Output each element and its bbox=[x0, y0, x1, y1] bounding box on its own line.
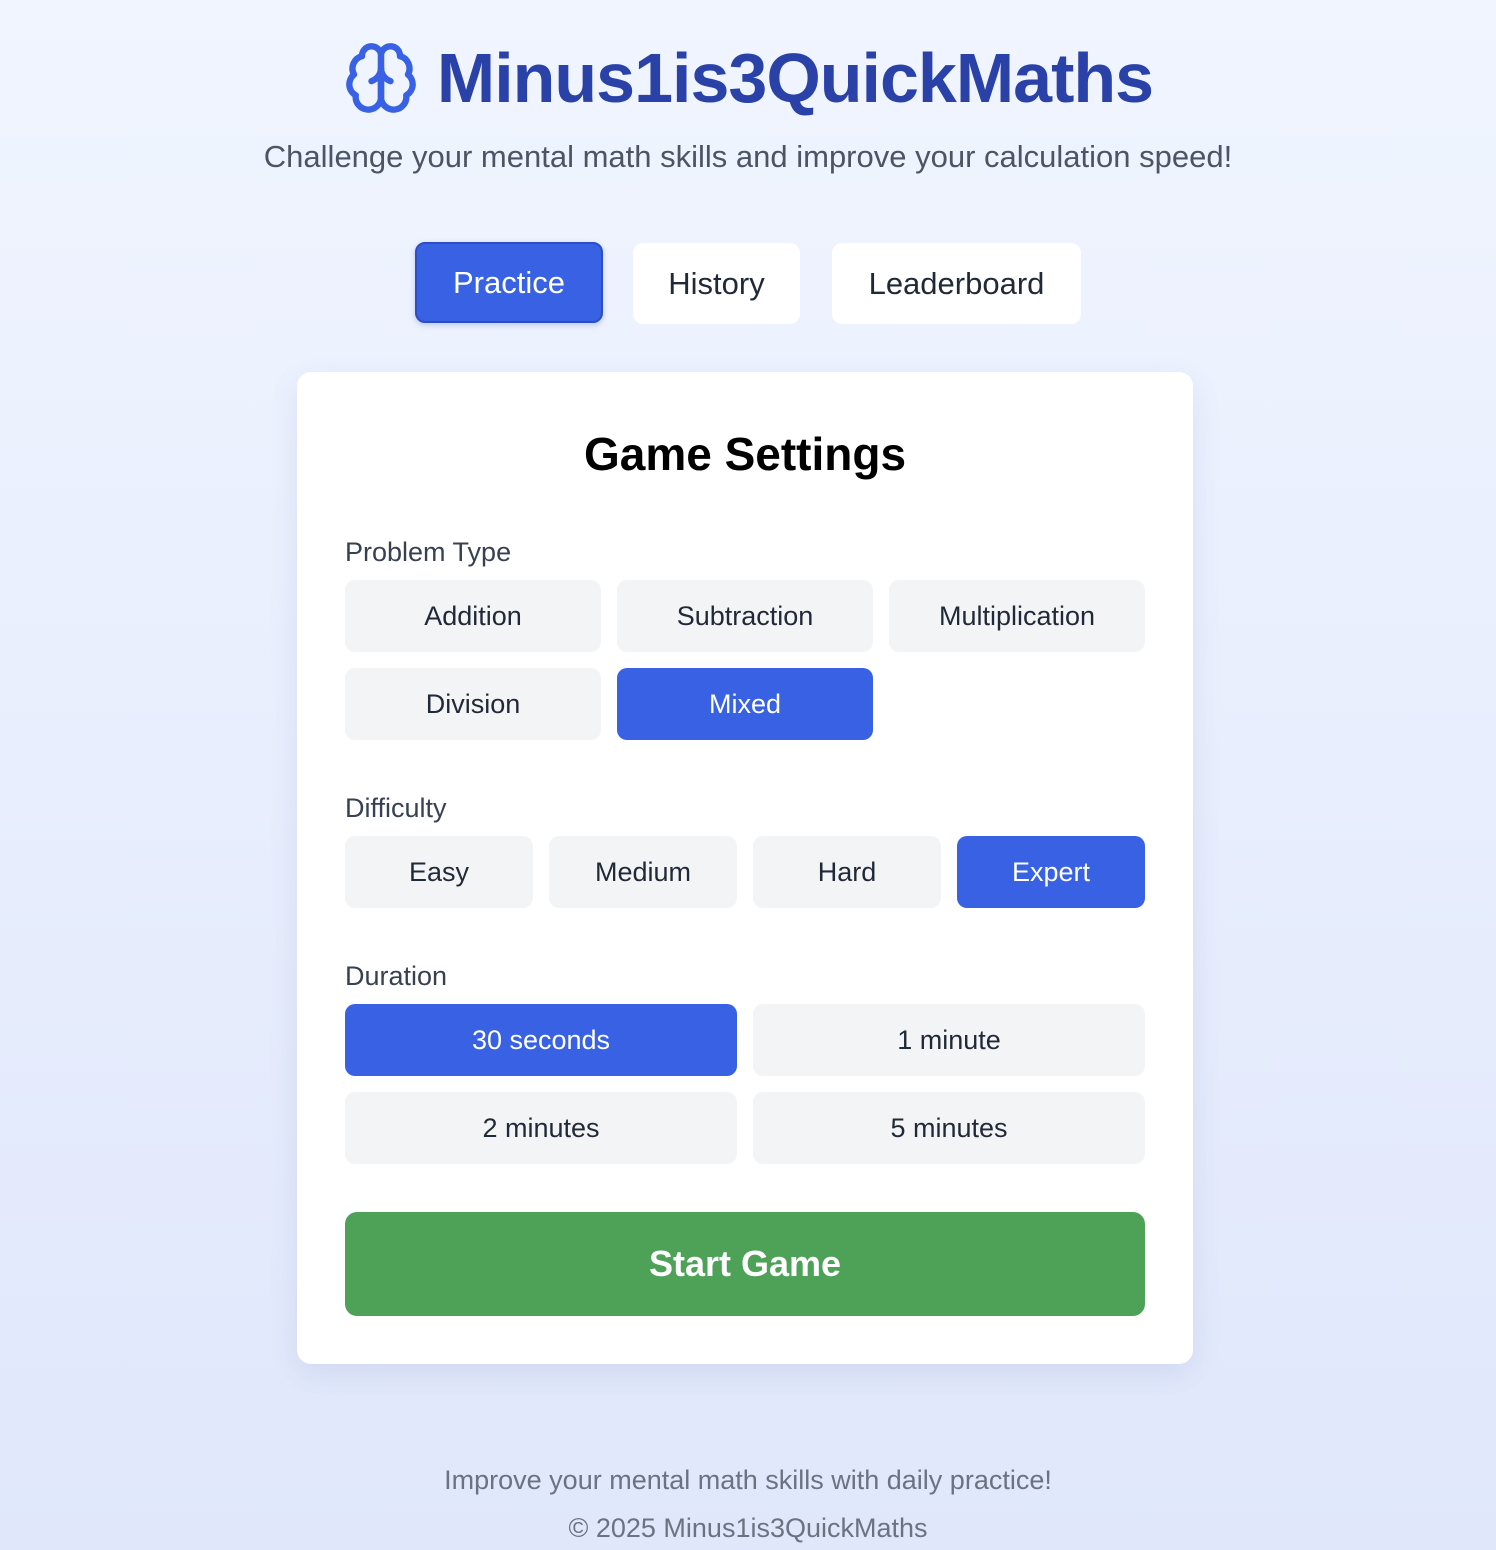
difficulty-medium[interactable]: Medium bbox=[549, 836, 737, 908]
brain-icon bbox=[343, 40, 419, 116]
problem-type-label: Problem Type bbox=[345, 537, 512, 567]
brand: Minus1is3QuickMaths bbox=[0, 36, 1496, 120]
duration-label: Duration bbox=[345, 961, 448, 991]
duration-5-minutes[interactable]: 5 minutes bbox=[753, 1092, 1145, 1164]
tab-practice[interactable]: Practice bbox=[415, 242, 603, 323]
difficulty-hard[interactable]: Hard bbox=[753, 836, 941, 908]
problem-type-addition[interactable]: Addition bbox=[345, 580, 601, 652]
start-game-button[interactable]: Start Game bbox=[345, 1212, 1145, 1316]
footer-copyright: © 2025 Minus1is3QuickMaths bbox=[568, 1513, 928, 1543]
footer-tagline: Improve your mental math skills with dai… bbox=[444, 1465, 1052, 1495]
tab-history[interactable]: History bbox=[633, 243, 800, 324]
app-title: Minus1is3QuickMaths bbox=[436, 39, 1154, 117]
duration-30-seconds[interactable]: 30 seconds bbox=[345, 1004, 737, 1076]
difficulty-expert[interactable]: Expert bbox=[957, 836, 1145, 908]
difficulty-label: Difficulty bbox=[345, 793, 447, 823]
problem-type-mixed[interactable]: Mixed bbox=[617, 668, 873, 740]
difficulty-easy[interactable]: Easy bbox=[345, 836, 533, 908]
card-title: Game Settings bbox=[583, 428, 907, 480]
problem-type-multiplication[interactable]: Multiplication bbox=[889, 580, 1145, 652]
app-subtitle: Challenge your mental math skills and im… bbox=[263, 139, 1233, 174]
duration-1-minute[interactable]: 1 minute bbox=[753, 1004, 1145, 1076]
tab-leaderboard[interactable]: Leaderboard bbox=[832, 243, 1081, 324]
problem-type-subtraction[interactable]: Subtraction bbox=[617, 580, 873, 652]
problem-type-division[interactable]: Division bbox=[345, 668, 601, 740]
main-nav: Practice History Leaderboard bbox=[0, 242, 1496, 324]
duration-2-minutes[interactable]: 2 minutes bbox=[345, 1092, 737, 1164]
